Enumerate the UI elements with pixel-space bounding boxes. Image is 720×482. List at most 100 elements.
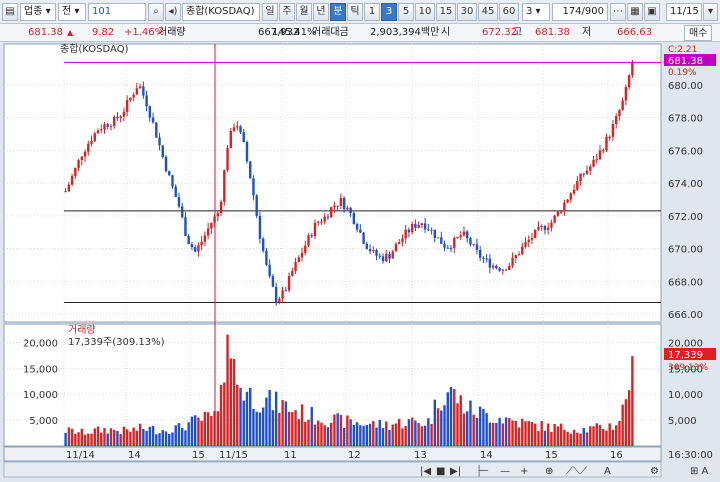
volume-bar [181,428,184,446]
volume-bar [482,409,485,446]
date-dropdown-icon[interactable]: ▾ [703,3,718,21]
interval-5-button[interactable]: 5 [398,3,414,21]
candle-body [232,127,236,131]
volume-bar [501,423,505,446]
last-page-icon[interactable]: ▶| [450,466,461,477]
buy-button[interactable]: 매수 [684,25,713,41]
volume-bar [77,432,80,446]
period-day-button[interactable]: 일 [262,3,278,21]
settings-icon[interactable]: ⚙ [650,466,659,477]
candle-body [142,86,145,96]
candle-body [498,268,501,271]
draw-tools-icon[interactable]: ⟋⟍⟋ [566,466,587,477]
volume-bar [184,430,187,446]
volume-bar [268,390,271,446]
volume-bar [365,424,369,446]
first-page-icon[interactable]: |◀ [420,466,431,477]
volume-bar [517,427,521,446]
period-year-button[interactable]: 년 [313,3,329,21]
volume-bar [563,429,566,446]
candle-body [602,150,605,152]
code-input[interactable]: 101 [88,3,146,21]
interval-10-button[interactable]: 10 [415,3,435,21]
candle-body [349,207,352,214]
volume-tick-label: 10,000 [668,390,703,401]
volume-bar [595,423,598,446]
scroll-thumb-icon[interactable]: ├─ [476,464,489,477]
volume-bar [508,418,511,446]
candle-body [511,257,514,266]
candle-body [592,159,595,167]
text-tool-icon[interactable]: A [604,466,611,477]
period-month-button[interactable]: 월 [296,3,312,21]
candle-body [404,229,407,239]
volume-bar [504,417,508,446]
volume-bar [527,421,530,446]
x-tick-label: 12 [348,450,361,461]
zoom-icon[interactable]: ⊞ A [690,466,709,477]
period-week-button[interactable]: 주 [279,3,295,21]
candle-body [278,298,281,303]
chart-svg[interactable]: 680.00 678.00 676.00 674.00 672.00 670.00 668.… [0,42,720,479]
candle-body [495,265,498,269]
candle-body [329,207,333,218]
multi-chart-icon[interactable]: ⋯ [610,3,626,21]
volume-bar [103,428,106,446]
volume-bar [132,427,135,446]
volume-bar [608,423,611,446]
candle-body [504,269,508,271]
candle-body [397,242,401,244]
zoom-out-icon[interactable]: — [500,466,510,477]
candle-body [268,264,271,277]
volume-bar [300,404,304,446]
interval-3-button[interactable]: 3 [381,3,397,21]
candle-body [508,265,511,271]
volume-bar [112,429,116,446]
volume-bar [404,426,407,446]
chart-menu-icon[interactable]: ▤ [2,3,18,21]
candle-body [559,211,563,213]
stop-icon[interactable]: ■ [436,466,445,477]
candle-body [125,100,129,112]
zoom-in-icon[interactable]: + [520,466,528,477]
x-tick-label: 11/15 [219,450,248,461]
interval-1-button[interactable]: 1 [364,3,380,21]
candle-body [378,255,381,257]
volume-bar [605,430,608,446]
volume-bar [355,422,359,446]
sound-icon[interactable]: ◂) [165,3,181,21]
candle-body [103,124,106,130]
candle-body [236,126,239,128]
candle-body [129,97,132,101]
candle-body [440,237,443,244]
volume-bar [423,425,427,446]
period-tick-button[interactable]: 틱 [347,3,363,21]
interval-15-button[interactable]: 15 [436,3,456,21]
market-type-select[interactable]: 전 ▾ [58,3,86,21]
volume-bar [190,416,194,446]
volume-bar [598,425,602,446]
interval-60-button[interactable]: 60 [499,3,519,21]
search-icon[interactable]: ⌕ [148,3,164,21]
period-minute-button[interactable]: 분 [330,3,346,21]
volume-bar [491,422,495,446]
candle-body [184,217,187,236]
date-input[interactable]: 11/15 [666,3,702,21]
market-select[interactable]: 업종 ▾ [20,3,56,21]
calendar-icon[interactable]: ▣ [644,3,660,21]
volume-bar [375,427,378,446]
volume-bar [349,419,352,446]
candle-body [317,221,320,223]
count-select-label: 3 [526,6,533,17]
grid-icon[interactable]: ▦ [627,3,643,21]
interval-45-button[interactable]: 45 [478,3,498,21]
volume-bar [206,412,210,446]
count-select[interactable]: 3 ▾ [522,3,550,21]
candle-body [210,222,213,229]
volume-bar [187,422,190,446]
indicator-icon[interactable]: ⊕ [545,466,553,477]
interval-30-button[interactable]: 30 [457,3,477,21]
scroll-bar[interactable] [3,461,662,478]
candle-body [177,197,181,207]
volume-bar [151,425,155,446]
